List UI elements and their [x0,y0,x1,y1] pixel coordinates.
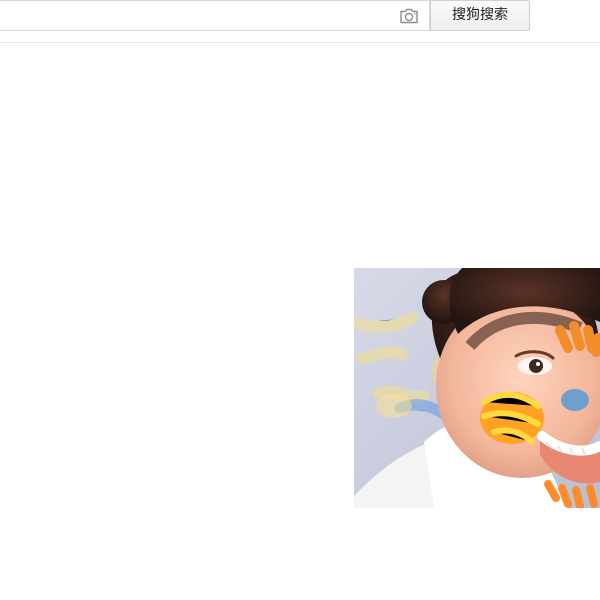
result-image-card[interactable] [354,268,600,508]
search-field[interactable] [0,0,430,31]
child-face-paint-image [354,268,600,508]
search-results-page: 搜狗搜索 [0,0,600,600]
search-header: 搜狗搜索 [0,0,600,43]
sogou-search-button[interactable]: 搜狗搜索 [430,0,530,31]
search-input[interactable] [0,1,396,30]
camera-icon [400,8,418,24]
camera-search-button[interactable] [397,6,421,26]
